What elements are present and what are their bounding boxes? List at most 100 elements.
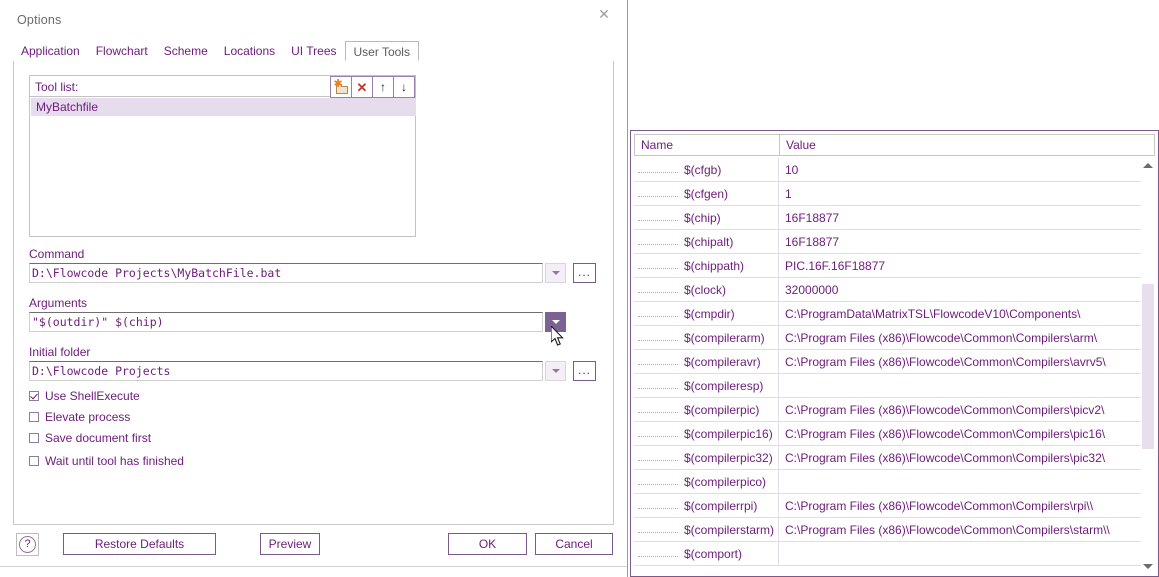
- variable-name: $(cfgb): [684, 162, 722, 177]
- variable-name: $(chippath): [684, 258, 745, 273]
- field-input-2[interactable]: D:\Flowcode Projects: [29, 361, 543, 381]
- field-label-1: Arguments: [29, 296, 88, 310]
- table-cell-name: $(compileresp): [634, 374, 779, 397]
- table-cell-name: $(comport): [634, 542, 779, 565]
- tree-line-icon: [638, 459, 678, 462]
- table-cell-value: C:\Program Files (x86)\Flowcode\Common\C…: [785, 426, 1106, 441]
- dialog-title: Options: [17, 13, 62, 27]
- table-row[interactable]: $(compilerpic) C:\Program Files (x86)\Flo…: [634, 398, 1155, 422]
- table-row[interactable]: $(chipalt) 16F18877: [634, 230, 1155, 254]
- vertical-scrollbar[interactable]: [1141, 158, 1155, 573]
- table-row[interactable]: $(cmpdir) C:\ProgramData\MatrixTSL\Flowco…: [634, 302, 1155, 326]
- list-item[interactable]: MyBatchfile: [31, 98, 416, 116]
- help-button[interactable]: ?: [16, 533, 39, 556]
- tree-line-icon: [638, 555, 678, 558]
- field-dropdown-button-2[interactable]: [545, 361, 566, 381]
- tab-ui-trees[interactable]: UI Trees: [283, 41, 344, 61]
- checkbox-label: Use ShellExecute: [45, 389, 140, 403]
- preview-button[interactable]: Preview: [260, 533, 320, 555]
- table-row[interactable]: $(cfgen) 1: [634, 182, 1155, 206]
- table-row[interactable]: $(compilerpico): [634, 470, 1155, 494]
- variable-name: $(compilerpic32): [684, 450, 773, 465]
- table-cell-value: 16F18877: [785, 210, 840, 225]
- table-cell-name: $(compilerpic16): [634, 422, 779, 445]
- question-mark-icon: ?: [19, 536, 36, 553]
- move-up-button[interactable]: ↑: [372, 77, 393, 97]
- checkbox-indicator: [29, 391, 39, 401]
- move-down-button[interactable]: ↓: [393, 77, 414, 97]
- table-cell-name: $(chippath): [634, 254, 779, 277]
- ok-button[interactable]: OK: [448, 533, 527, 555]
- scroll-up-button[interactable]: [1141, 158, 1155, 172]
- table-cell-value: [779, 542, 1155, 565]
- new-tool-button[interactable]: ✱: [330, 77, 351, 97]
- tree-line-icon: [638, 291, 678, 294]
- table-row[interactable]: $(compilerpic16) C:\Program Files (x86)\F…: [634, 422, 1155, 446]
- variable-name: $(chip): [684, 210, 721, 225]
- restore-defaults-button[interactable]: Restore Defaults: [63, 533, 216, 555]
- table-row[interactable]: $(clock) 32000000: [634, 278, 1155, 302]
- scroll-down-button[interactable]: [1141, 559, 1155, 573]
- field-input-0[interactable]: D:\Flowcode Projects\MyBatchFile.bat: [29, 263, 543, 283]
- tool-list-label: Tool list:: [35, 80, 79, 94]
- variable-name: $(compileresp): [684, 378, 764, 393]
- table-row[interactable]: $(compileravr) C:\Program Files (x86)\Flo…: [634, 350, 1155, 374]
- table-row[interactable]: $(comport): [634, 542, 1155, 566]
- field-label-0: Command: [29, 247, 85, 261]
- column-header-name[interactable]: Name: [635, 135, 780, 155]
- table-row[interactable]: $(compilerpic32) C:\Program Files (x86)\F…: [634, 446, 1155, 470]
- field-browse-button-0[interactable]: ...: [573, 263, 596, 283]
- table-cell-name: $(compilerpic): [634, 398, 779, 421]
- field-input-1[interactable]: "$(outdir)" $(chip): [29, 312, 543, 332]
- close-icon[interactable]: ✕: [593, 4, 615, 24]
- table-cell-name: $(chipalt): [634, 230, 779, 253]
- delete-tool-button[interactable]: ✕: [351, 77, 372, 97]
- table-cell-name: $(cfgb): [634, 158, 779, 181]
- tab-flowchart[interactable]: Flowchart: [88, 41, 156, 61]
- variable-name: $(compileravr): [684, 354, 761, 369]
- scrollbar-thumb[interactable]: [1142, 284, 1154, 449]
- table-cell-name: $(compilerarm): [634, 326, 779, 349]
- tab-scheme[interactable]: Scheme: [156, 41, 216, 61]
- table-cell-value: C:\Program Files (x86)\Flowcode\Common\C…: [785, 354, 1106, 369]
- field-browse-button-2[interactable]: ...: [573, 361, 596, 381]
- variable-name: $(comport): [684, 546, 743, 561]
- checkbox-label: Elevate process: [45, 410, 131, 424]
- variables-grid-panel: Name Value $(cfgb) 10 $(cfgen) 1 $(chip) 16F1…: [630, 130, 1159, 577]
- dialog-titlebar: Options ✕: [0, 0, 627, 30]
- table-row[interactable]: $(chippath) PIC.16F.16F18877: [634, 254, 1155, 278]
- table-cell-value: C:\Program Files (x86)\Flowcode\Common\C…: [785, 402, 1105, 417]
- tree-line-icon: [638, 315, 678, 318]
- tree-line-icon: [638, 387, 678, 390]
- checkbox-indicator: [29, 412, 39, 422]
- tree-line-icon: [638, 171, 678, 174]
- table-row[interactable]: $(compilerarm) C:\Program Files (x86)\Flo…: [634, 326, 1155, 350]
- table-cell-name: $(compilerpic32): [634, 446, 779, 469]
- variable-name: $(cmpdir): [684, 306, 735, 321]
- table-cell-name: $(clock): [634, 278, 779, 301]
- table-cell-value: 16F18877: [785, 234, 840, 249]
- tree-line-icon: [638, 243, 678, 246]
- field-dropdown-button-0[interactable]: [545, 263, 566, 283]
- chevron-down-icon: [551, 369, 560, 373]
- column-header-value[interactable]: Value: [780, 135, 1154, 155]
- variable-name: $(compilerpic16): [684, 426, 773, 441]
- tree-line-icon: [638, 267, 678, 270]
- table-row[interactable]: $(compileresp): [634, 374, 1155, 398]
- table-row[interactable]: $(compilerstarm) C:\Program Files (x86)\F…: [634, 518, 1155, 542]
- tree-line-icon: [638, 363, 678, 366]
- tree-line-icon: [638, 339, 678, 342]
- cancel-button[interactable]: Cancel: [535, 533, 613, 555]
- tabstrip: Application Flowchart Scheme Locations UI Tr…: [13, 41, 613, 62]
- footer-divider: [0, 566, 627, 567]
- table-cell-name: $(compileravr): [634, 350, 779, 373]
- field-dropdown-button-1[interactable]: [545, 312, 566, 332]
- tab-locations[interactable]: Locations: [216, 41, 283, 61]
- table-row[interactable]: $(cfgb) 10: [634, 158, 1155, 182]
- table-row[interactable]: $(chip) 16F18877: [634, 206, 1155, 230]
- tab-user-tools[interactable]: User Tools: [344, 41, 419, 61]
- new-folder-icon: ✱: [334, 78, 349, 94]
- table-row[interactable]: $(compilerrpi) C:\Program Files (x86)\Flo…: [634, 494, 1155, 518]
- chevron-down-icon: [551, 320, 560, 324]
- tab-application[interactable]: Application: [13, 41, 88, 61]
